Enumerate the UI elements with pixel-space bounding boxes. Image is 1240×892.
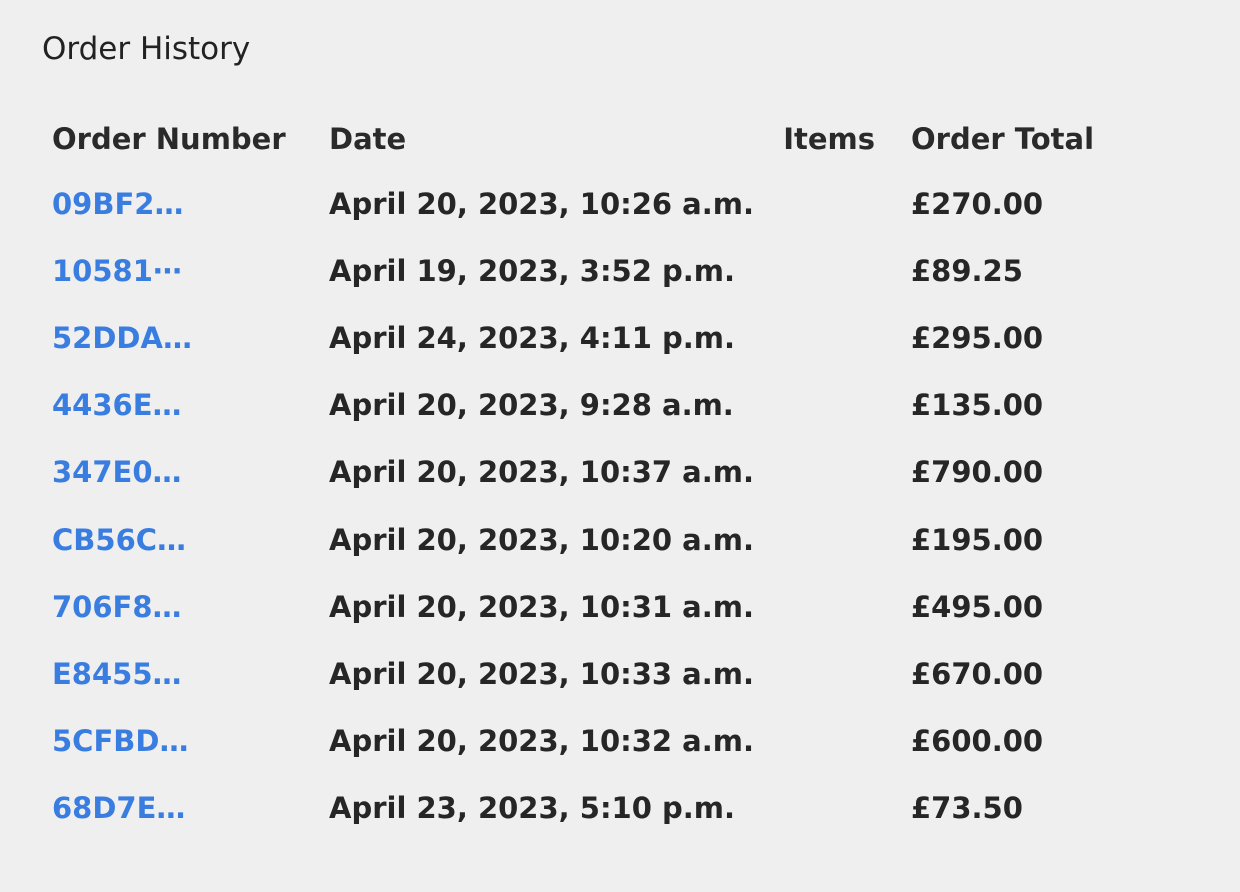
table-row: 706F8… April 20, 2023, 10:31 a.m. £495.0… (52, 573, 1132, 640)
table-row: 10581⋯ April 19, 2023, 3:52 p.m. £89.25 (52, 237, 1132, 304)
order-number-link[interactable]: 09BF2… (52, 187, 183, 221)
order-date-cell: April 20, 2023, 10:37 a.m. (329, 455, 755, 490)
order-items-cell (739, 166, 911, 237)
order-items-cell (739, 304, 911, 371)
order-number-cell: E8455… (52, 640, 329, 707)
order-number-cell: 706F8… (52, 573, 329, 640)
order-total-cell: £135.00 (911, 388, 1044, 423)
order-number-cell: 52DDA… (52, 304, 329, 371)
order-date-cell: April 24, 2023, 4:11 p.m. (329, 320, 736, 355)
order-date-cell: April 19, 2023, 3:52 p.m. (329, 253, 736, 288)
order-items-cell (739, 708, 911, 775)
column-header-order-number: Order Number (52, 122, 286, 156)
order-items-cell (739, 237, 911, 304)
order-number-link[interactable]: 347E0… (52, 455, 182, 489)
order-number-link[interactable]: 4436E… (52, 388, 182, 422)
order-number-link[interactable]: 68D7E… (52, 791, 185, 825)
order-total-cell: £73.50 (911, 791, 1023, 826)
order-total-cell: £600.00 (911, 724, 1044, 759)
order-number-cell: 68D7E… (52, 775, 329, 842)
order-items-cell (739, 573, 911, 640)
table-row: 52DDA… April 24, 2023, 4:11 p.m. £295.00 (52, 304, 1132, 371)
order-number-link[interactable]: 52DDA… (52, 321, 192, 355)
table-row: 347E0… April 20, 2023, 10:37 a.m. £790.0… (52, 439, 1132, 506)
order-number-cell: CB56C… (52, 506, 329, 573)
order-history-panel: Order History Order Number Date Items Or… (0, 0, 1240, 892)
order-date-cell: April 23, 2023, 5:10 p.m. (329, 791, 736, 826)
order-history-table: Order Number Date Items Order Total 09BF… (52, 112, 1132, 842)
order-total-cell: £270.00 (911, 186, 1044, 221)
column-header-items: Items (783, 122, 875, 156)
order-date-cell: April 20, 2023, 10:20 a.m. (329, 522, 755, 557)
order-number-cell: 5CFBD… (52, 708, 329, 775)
column-header-date: Date (329, 122, 407, 156)
order-items-cell (739, 506, 911, 573)
order-number-link[interactable]: 5CFBD… (52, 724, 188, 758)
table-row: 5CFBD… April 20, 2023, 10:32 a.m. £600.0… (52, 708, 1132, 775)
order-total-cell: £295.00 (911, 320, 1044, 355)
order-items-cell (739, 372, 911, 439)
table-header: Order Number Date Items Order Total (52, 112, 1132, 166)
table-row: 09BF2… April 20, 2023, 10:26 a.m. £270.0… (52, 166, 1132, 237)
column-header-order-total: Order Total (911, 122, 1095, 156)
order-date-cell: April 20, 2023, 10:32 a.m. (329, 724, 755, 759)
order-date-cell: April 20, 2023, 10:33 a.m. (329, 656, 755, 691)
order-date-cell: April 20, 2023, 10:26 a.m. (329, 186, 755, 221)
order-number-link[interactable]: E8455… (52, 657, 182, 691)
order-items-cell (739, 439, 911, 506)
table-body: 09BF2… April 20, 2023, 10:26 a.m. £270.0… (52, 166, 1132, 842)
order-number-link[interactable]: CB56C… (52, 523, 186, 557)
order-number-cell: 4436E… (52, 372, 329, 439)
table-row: 4436E… April 20, 2023, 9:28 a.m. £135.00 (52, 372, 1132, 439)
order-number-cell: 09BF2… (52, 166, 329, 237)
table-row: E8455… April 20, 2023, 10:33 a.m. £670.0… (52, 640, 1132, 707)
order-total-cell: £89.25 (911, 253, 1023, 288)
order-number-cell: 10581⋯ (52, 237, 329, 304)
order-items-cell (739, 640, 911, 707)
order-number-link[interactable]: 10581⋯ (52, 254, 182, 288)
table-row: 68D7E… April 23, 2023, 5:10 p.m. £73.50 (52, 775, 1132, 842)
order-total-cell: £495.00 (911, 589, 1044, 624)
header-row: Order Number Date Items Order Total (52, 112, 1132, 166)
order-date-cell: April 20, 2023, 10:31 a.m. (329, 589, 755, 624)
order-total-cell: £195.00 (911, 522, 1044, 557)
order-number-link[interactable]: 706F8… (52, 590, 182, 624)
order-items-cell (739, 775, 911, 842)
order-total-cell: £670.00 (911, 656, 1044, 691)
page-title: Order History (42, 31, 251, 67)
order-number-cell: 347E0… (52, 439, 329, 506)
table-row: CB56C… April 20, 2023, 10:20 a.m. £195.0… (52, 506, 1132, 573)
order-total-cell: £790.00 (911, 455, 1044, 490)
order-date-cell: April 20, 2023, 9:28 a.m. (329, 388, 734, 423)
